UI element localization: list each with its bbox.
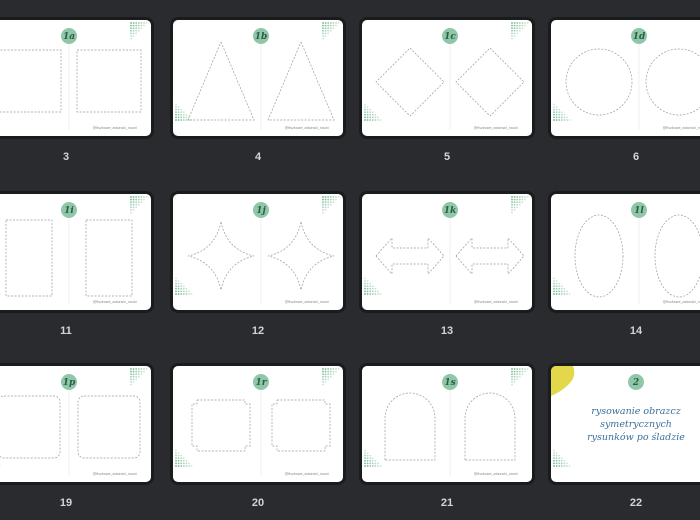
page-badge: 1b: [255, 32, 268, 42]
page-number-label: 3: [62, 151, 70, 163]
page-footer: @fiszkowe_zabawki_nauki: [93, 300, 137, 304]
page-footer: @fiszkowe_zabawki_nauki: [93, 126, 137, 130]
page-thumbnail[interactable]: 1i @fiszkowe_zabawki_nauki: [0, 191, 154, 313]
page-thumbnail[interactable]: 2 rysowanie obrazcz symetrycznych rysunków …: [548, 363, 700, 485]
page-badge: 1j: [256, 206, 266, 216]
page-preview: 2 rysowanie obrazcz symetrycznych rysunków …: [551, 366, 685, 467]
page-badge: 2: [632, 378, 639, 388]
page-badge: 1d: [633, 32, 646, 42]
page-preview: 1r @fiszkowe_zabawki_nauki: [175, 368, 340, 476]
page-badge: 1r: [255, 378, 267, 388]
page-footer: @fiszkowe_zabawki_nauki: [93, 472, 137, 476]
page-preview: 1p @fiszkowe_zabawki_nauki: [0, 368, 148, 476]
page-badge: 1s: [444, 378, 455, 388]
page-badge: 1a: [63, 32, 75, 42]
page-footer: @fiszkowe_zabawki_nauki: [285, 126, 329, 130]
page-preview: 1c @fiszkowe_zabawki_nauki: [364, 22, 529, 130]
page-badge: 1c: [444, 32, 456, 42]
page-number-label: 21: [440, 497, 454, 509]
page-number-label: 20: [251, 497, 265, 509]
page-thumbnail[interactable]: 1d @fiszkowe_zabawki_nauki: [548, 17, 700, 139]
page-preview: 1b @fiszkowe_zabawki_nauki: [175, 22, 340, 130]
page-thumbnail[interactable]: 1k @fiszkowe_zabawki_nauki: [359, 191, 535, 313]
page-footer: @fiszkowe_zabawki_nauki: [663, 300, 700, 304]
page-thumbnail[interactable]: 1p @fiszkowe_zabawki_nauki: [0, 363, 154, 485]
page-preview: 1a @fiszkowe_zabawki_nauki: [0, 22, 148, 130]
page-preview: 1i @fiszkowe_zabawki_nauki: [0, 196, 148, 304]
page-footer: @fiszkowe_zabawki_nauki: [474, 472, 518, 476]
page-number-label: 19: [59, 497, 73, 509]
page-number-label: 14: [629, 325, 643, 337]
page-preview: 1s @fiszkowe_zabawki_nauki: [364, 368, 529, 476]
title-line: rysunków po śladzie: [587, 432, 685, 443]
page-number-label: 6: [632, 151, 640, 163]
page-footer: @fiszkowe_zabawki_nauki: [285, 300, 329, 304]
page-number-label: 5: [443, 151, 451, 163]
page-number-label: 4: [254, 151, 262, 163]
page-thumbnail[interactable]: 1l @fiszkowe_zabawki_nauki: [548, 191, 700, 313]
page-preview: 1k @fiszkowe_zabawki_nauki: [364, 196, 529, 304]
page-thumbnail[interactable]: 1a @fiszkowe_zabawki_nauki: [0, 17, 154, 139]
page-footer: @fiszkowe_zabawki_nauki: [285, 472, 329, 476]
page-number-label: 22: [629, 497, 643, 509]
page-thumbnail[interactable]: 1c @fiszkowe_zabawki_nauki: [359, 17, 535, 139]
page-footer: @fiszkowe_zabawki_nauki: [474, 300, 518, 304]
page-badge: 1k: [444, 206, 457, 216]
page-footer: @fiszkowe_zabawki_nauki: [474, 126, 518, 130]
page-badge: 1p: [63, 378, 76, 388]
page-preview: 1d @fiszkowe_zabawki_nauki: [553, 28, 700, 130]
page-number-label: 13: [440, 325, 454, 337]
page-number-label: 11: [60, 325, 72, 337]
page-thumbnail[interactable]: 1s @fiszkowe_zabawki_nauki: [359, 363, 535, 485]
page-thumbnail[interactable]: 1j @fiszkowe_zabawki_nauki: [170, 191, 346, 313]
page-number-label: 12: [251, 325, 265, 337]
page-thumbnail-grid: 1a @fiszkowe_zabawki_nauki 3 1b @fiszkowe_za…: [0, 0, 700, 520]
page-preview: 1l @fiszkowe_zabawki_nauki: [553, 202, 700, 304]
title-line: symetrycznych: [600, 419, 672, 430]
page-badge: 1l: [634, 206, 644, 216]
page-thumbnail[interactable]: 1b @fiszkowe_zabawki_nauki: [170, 17, 346, 139]
page-badge: 1i: [64, 206, 74, 216]
page-preview: 1j @fiszkowe_zabawki_nauki: [175, 196, 340, 304]
page-footer: @fiszkowe_zabawki_nauki: [663, 126, 700, 130]
page-thumbnail[interactable]: 1r @fiszkowe_zabawki_nauki: [170, 363, 346, 485]
title-line: rysowanie obrazcz: [591, 406, 681, 417]
